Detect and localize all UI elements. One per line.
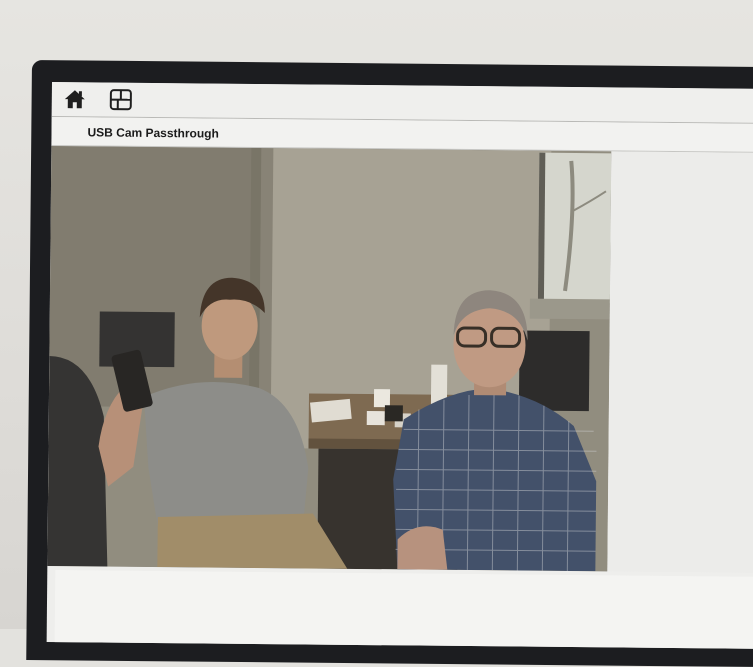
bottom-panel — [55, 570, 753, 649]
home-icon — [64, 89, 86, 109]
camera-feed — [47, 146, 611, 571]
home-button[interactable] — [62, 88, 88, 110]
page-title: USB Cam Passthrough — [87, 125, 218, 140]
app-screen: USB Cam Passthrough — [47, 82, 753, 649]
layout-grid-icon — [109, 89, 133, 111]
side-panel — [607, 151, 753, 573]
layout-button[interactable] — [108, 89, 134, 111]
camera-feed-image — [47, 146, 611, 571]
